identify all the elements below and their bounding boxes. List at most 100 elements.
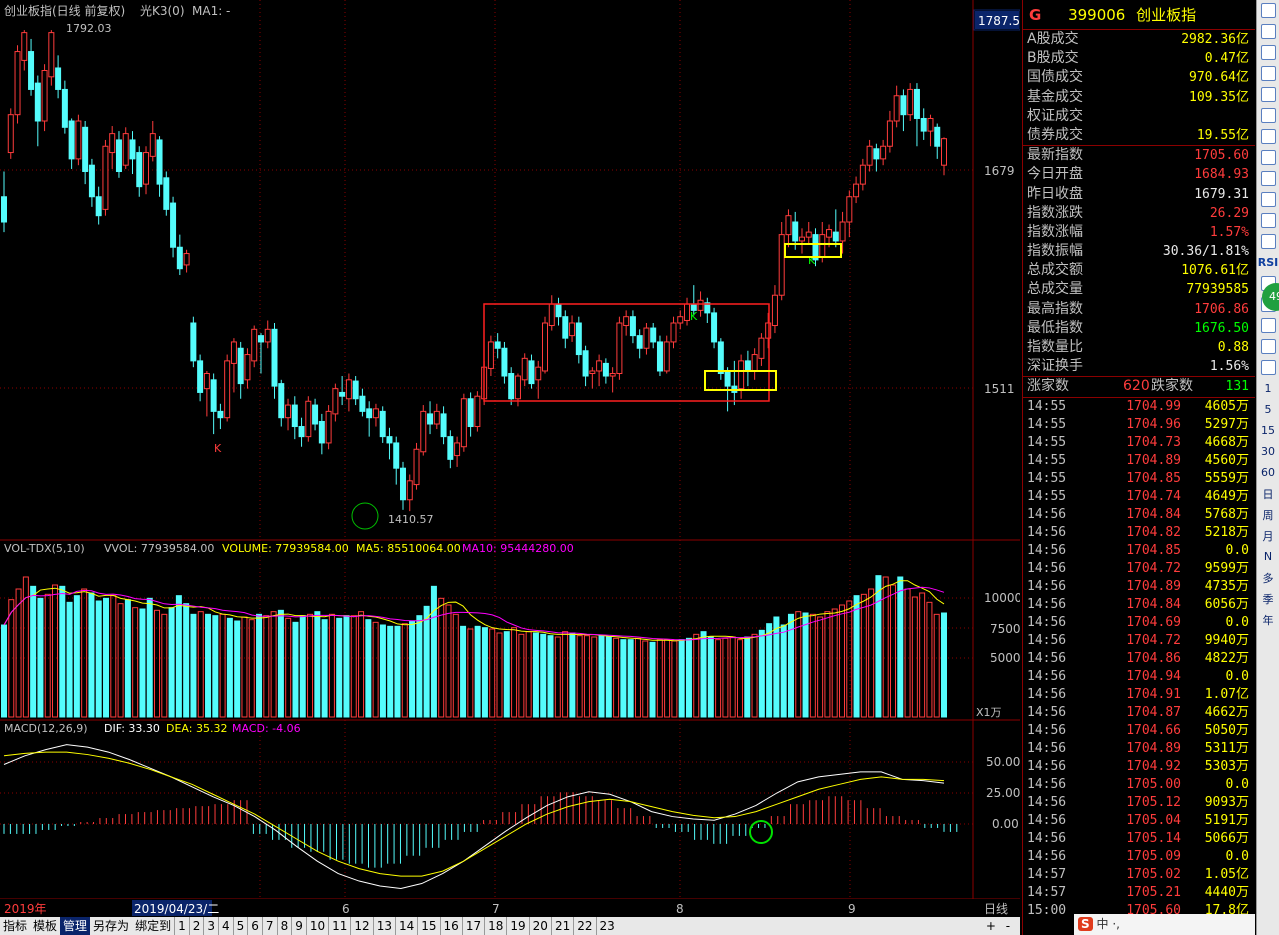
down-arrow-icon[interactable]: [1257, 21, 1279, 42]
chart-area[interactable]: 创业板指(日线 前复权) 光K3(0) MA1: - 1787.5 1792.0…: [0, 0, 1020, 917]
period-button[interactable]: 1: [1257, 378, 1279, 399]
volume-bar: [226, 617, 233, 718]
toolbar-tab[interactable]: 12: [350, 917, 372, 935]
doc-icon[interactable]: [1257, 168, 1279, 189]
period-button[interactable]: N: [1257, 546, 1279, 567]
toolbar-tab[interactable]: 3: [203, 917, 218, 935]
period-button[interactable]: 周: [1257, 504, 1279, 525]
toolbar-tab[interactable]: 13: [372, 917, 395, 935]
wave-icon[interactable]: [1257, 231, 1279, 252]
toolbar-tab[interactable]: 16: [439, 917, 462, 935]
toolbar-tab[interactable]: 5: [232, 917, 248, 935]
toolbar-tab[interactable]: 指标: [0, 917, 30, 935]
toolbar-tab[interactable]: 2: [188, 917, 204, 935]
period-button[interactable]: 5: [1257, 399, 1279, 420]
candle-icon[interactable]: [1257, 105, 1279, 126]
candle: [345, 373, 352, 412]
tick-volume: 6056万: [1204, 596, 1249, 612]
grid-icon[interactable]: [1257, 210, 1279, 231]
toolbar-tab[interactable]: 22: [573, 917, 595, 935]
candle: [521, 353, 528, 387]
volume-bar: [37, 597, 44, 718]
volume-bar: [525, 631, 532, 718]
toolbar-tab[interactable]: 1: [174, 917, 189, 935]
toolbar-tab[interactable]: 15: [417, 917, 439, 935]
toolbar-tab[interactable]: 14: [394, 917, 417, 935]
row-value: 19.55亿: [1196, 127, 1249, 143]
tick-row: 14:56 1705.14 5066万: [1023, 830, 1255, 848]
toolbar-tab[interactable]: 8: [276, 917, 292, 935]
tick-row: 14:56 1705.00 0.0: [1023, 776, 1255, 794]
toolbar-tab[interactable]: 23: [595, 917, 618, 935]
volume-bar: [627, 639, 634, 718]
tick-time: 14:56: [1027, 650, 1067, 666]
volume-bar: [685, 637, 692, 718]
turnover-row: 基金成交 109.35亿: [1023, 88, 1255, 107]
volume-bar: [8, 599, 15, 718]
toolbar-tab[interactable]: 10: [305, 917, 328, 935]
volume-bar: [387, 625, 394, 718]
window-icon[interactable]: [1257, 42, 1279, 63]
candle: [677, 310, 684, 330]
selected-date: 2019/04/23/二: [134, 902, 219, 916]
candle: [501, 341, 508, 384]
candle: [149, 121, 156, 162]
stat-row: 最高指数 1706.86: [1023, 300, 1255, 319]
up-count: 620: [1123, 378, 1150, 395]
period-button[interactable]: 60: [1257, 462, 1279, 483]
toolbar-tab[interactable]: 17: [461, 917, 484, 935]
period-label[interactable]: 日线: [984, 902, 1008, 916]
candle: [744, 350, 751, 387]
period-button[interactable]: 多: [1257, 567, 1279, 588]
period-button[interactable]: 日: [1257, 483, 1279, 504]
candle: [616, 316, 623, 380]
period-button[interactable]: 季: [1257, 588, 1279, 609]
toolbar-tab[interactable]: 20: [528, 917, 551, 935]
toolbar-tab[interactable]: 18: [484, 917, 506, 935]
volume-bar: [409, 620, 416, 718]
stat-value: 1.56%: [1209, 359, 1249, 375]
toolbar-tab[interactable]: 21: [550, 917, 573, 935]
toolbar-tab[interactable]: 6: [247, 917, 262, 935]
toolbar-tab[interactable]: 另存为: [90, 917, 132, 935]
tick-time: 14:56: [1027, 578, 1067, 594]
chart-icon[interactable]: [1257, 63, 1279, 84]
candle: [785, 209, 792, 248]
volume-bar: [511, 627, 518, 718]
period-button[interactable]: 30: [1257, 441, 1279, 462]
zoom-in-button[interactable]: +: [983, 917, 999, 935]
tick-volume: 0.0: [1225, 614, 1249, 630]
zoom-out-button[interactable]: -: [1003, 917, 1013, 935]
tick-list[interactable]: 14:55 1704.99 4605万 14:55 1704.96 5297万 14:55 1…: [1023, 398, 1255, 920]
toolbar-tab[interactable]: 绑定到: [132, 917, 174, 935]
toolbar-tab[interactable]: 7: [261, 917, 277, 935]
volume-bar: [314, 611, 321, 718]
candle: [447, 430, 454, 469]
tick-row: 14:56 1704.84 5768万: [1023, 506, 1255, 524]
f2-icon[interactable]: [1257, 189, 1279, 210]
toolbar-tab[interactable]: 11: [328, 917, 350, 935]
f10-icon[interactable]: [1257, 147, 1279, 168]
up-arrow-icon[interactable]: [1257, 0, 1279, 21]
ime-bar[interactable]: S 中 ·,: [1074, 914, 1255, 935]
rsi-icon[interactable]: RSI: [1257, 252, 1279, 273]
table-icon[interactable]: [1257, 84, 1279, 105]
tick-volume: 0.0: [1225, 848, 1249, 864]
copy-icon[interactable]: [1257, 336, 1279, 357]
toolbar-tab[interactable]: 4: [218, 917, 233, 935]
period-button[interactable]: 年: [1257, 609, 1279, 630]
stat-label: 指数振幅: [1027, 243, 1083, 260]
period-button[interactable]: 15: [1257, 420, 1279, 441]
toolbar-tab[interactable]: 管理: [60, 917, 91, 935]
toolbar-tab[interactable]: 9: [291, 917, 306, 935]
toolbar-tab[interactable]: 19: [506, 917, 528, 935]
refresh-icon[interactable]: [1257, 357, 1279, 378]
indicator-icon[interactable]: [1257, 126, 1279, 147]
candle: [420, 405, 427, 456]
pencil-icon[interactable]: [1257, 315, 1279, 336]
candle: [88, 158, 95, 207]
period-button[interactable]: 月: [1257, 525, 1279, 546]
volume-bar: [817, 616, 824, 718]
volume-bar: [656, 639, 663, 718]
toolbar-tab[interactable]: 模板: [30, 917, 60, 935]
